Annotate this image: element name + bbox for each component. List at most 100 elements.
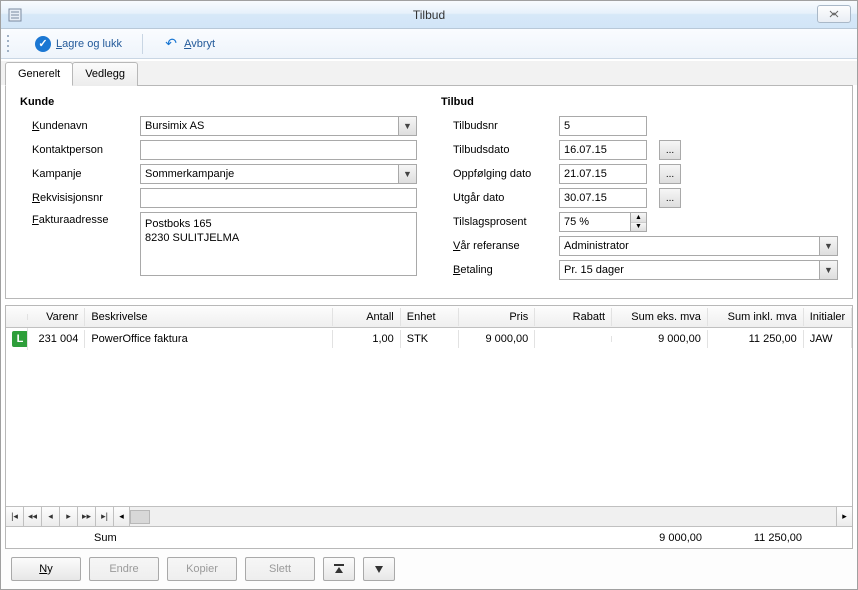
utgaar-picker-button[interactable]: ... [659, 188, 681, 208]
col-rabatt[interactable]: Rabatt [535, 308, 612, 326]
slett-button[interactable]: Slett [245, 557, 315, 581]
cell-pris: 9 000,00 [459, 330, 536, 348]
betaling-combo[interactable]: Pr. 15 dager ▼ [559, 260, 838, 280]
grid-body: L 231 004 PowerOffice faktura 1,00 STK 9… [6, 328, 852, 506]
betaling-label: Betaling [441, 264, 551, 276]
tilbudsnr-input[interactable]: 5 [559, 116, 647, 136]
scroll-thumb[interactable] [130, 510, 150, 524]
tab-generelt[interactable]: Generelt [5, 62, 73, 86]
tilslagsprosent-spinner[interactable]: 75 % ▲ ▼ [559, 212, 647, 232]
nav-first-button[interactable]: |◂ [6, 507, 24, 526]
nav-next-button[interactable]: ▸ [60, 507, 78, 526]
move-up-button[interactable] [323, 557, 355, 581]
cancel-label-rest: vbryt [191, 38, 215, 50]
kundenavn-label: Kundenavn [20, 120, 132, 132]
nav-prev-button[interactable]: ◂ [42, 507, 60, 526]
window: Tilbud ✓ Lagre og lukk ↶ Avbryt Generelt… [0, 0, 858, 590]
utgaar-label: Utgår dato [441, 192, 551, 204]
horizontal-scrollbar[interactable]: ◂ ▸ [114, 507, 852, 526]
cell-initialer: JAW [804, 330, 852, 348]
grid-header: Varenr Beskrivelse Antall Enhet Pris Rab… [6, 306, 852, 328]
col-sum-eks[interactable]: Sum eks. mva [612, 308, 708, 326]
undo-icon: ↶ [163, 36, 179, 52]
tilbudsdato-input[interactable]: 16.07.15 [559, 140, 647, 160]
vaar-referanse-label: Vår referanse [441, 240, 551, 252]
cancel-button[interactable]: ↶ Avbryt [157, 33, 221, 55]
table-row[interactable]: L 231 004 PowerOffice faktura 1,00 STK 9… [6, 328, 852, 350]
kampanje-combo[interactable]: Sommerkampanje ▼ [140, 164, 417, 184]
tilbudsdato-label: Tilbudsdato [441, 144, 551, 156]
move-down-button[interactable] [363, 557, 395, 581]
save-close-button[interactable]: ✓ Lagre og lukk [29, 33, 128, 55]
tab-vedlegg[interactable]: Vedlegg [72, 62, 138, 86]
line-type-icon: L [12, 331, 28, 347]
col-beskrivelse[interactable]: Beskrivelse [85, 308, 333, 326]
nav-prev-page-button[interactable]: ◂◂ [24, 507, 42, 526]
tilslagsprosent-value: 75 % [564, 216, 589, 228]
oppfolging-picker-button[interactable]: ... [659, 164, 681, 184]
window-title: Tilbud [1, 8, 857, 22]
tilbud-heading: Tilbud [441, 96, 838, 108]
toolbar-grip [7, 35, 11, 53]
rekvisisjonsnr-label: Rekvisisjonsnr [20, 192, 132, 204]
kontaktperson-input[interactable] [140, 140, 417, 160]
cell-beskrivelse: PowerOffice faktura [85, 330, 333, 348]
cell-rabatt [535, 336, 612, 342]
kunde-heading: Kunde [20, 96, 417, 108]
sum-eks-value: 9 000,00 [602, 532, 702, 544]
fakturaadresse-textarea[interactable]: Postboks 165 8230 SULITJELMA [140, 212, 417, 276]
kunde-section: Kunde Kundenavn Bursimix AS ▼ Kontaktper… [20, 96, 417, 284]
save-close-label-rest: agre og lukk [62, 38, 122, 50]
vaar-referanse-value: Administrator [564, 240, 629, 252]
nav-next-page-button[interactable]: ▸▸ [78, 507, 96, 526]
ny-button[interactable]: Ny [11, 557, 81, 581]
scroll-right-icon[interactable]: ▸ [836, 507, 852, 526]
sum-inkl-value: 11 250,00 [702, 532, 802, 544]
cell-sum-eks: 9 000,00 [612, 330, 708, 348]
chevron-down-icon: ▼ [398, 165, 416, 183]
app-icon [7, 7, 23, 23]
kampanje-label: Kampanje [20, 168, 132, 180]
endre-button[interactable]: Endre [89, 557, 159, 581]
utgaar-input[interactable]: 30.07.15 [559, 188, 647, 208]
titlebar: Tilbud [1, 1, 857, 29]
sum-label: Sum [88, 529, 138, 547]
chevron-down-icon: ▼ [819, 261, 837, 279]
close-button[interactable] [817, 5, 851, 23]
kopier-button[interactable]: Kopier [167, 557, 237, 581]
tilbudsnr-label: Tilbudsnr [441, 120, 551, 132]
cell-sum-inkl: 11 250,00 [708, 330, 804, 348]
check-circle-icon: ✓ [35, 36, 51, 52]
col-antall[interactable]: Antall [333, 308, 400, 326]
rekvisisjonsnr-input[interactable] [140, 188, 417, 208]
kampanje-value: Sommerkampanje [145, 168, 234, 180]
arrow-up-bar-icon [332, 563, 346, 575]
col-varenr[interactable]: Varenr [28, 308, 86, 326]
tab-pane-generelt: Kunde Kundenavn Bursimix AS ▼ Kontaktper… [5, 85, 853, 299]
cell-enhet: STK [401, 330, 459, 348]
nav-last-button[interactable]: ▸| [96, 507, 114, 526]
arrow-down-icon [372, 563, 386, 575]
tilbud-section: Tilbud Tilbudsnr 5 Tilbudsdato 16.07.15 … [441, 96, 838, 284]
sum-row: Sum 9 000,00 11 250,00 [6, 526, 852, 548]
bottom-toolbar: Ny Endre Kopier Slett [1, 549, 857, 589]
line-items-grid: Varenr Beskrivelse Antall Enhet Pris Rab… [5, 305, 853, 549]
oppfolging-label: Oppfølging dato [441, 168, 551, 180]
spin-up-icon[interactable]: ▲ [631, 213, 646, 223]
col-enhet[interactable]: Enhet [401, 308, 459, 326]
toolbar-separator [142, 34, 143, 54]
chevron-down-icon: ▼ [398, 117, 416, 135]
tilbudsdato-picker-button[interactable]: ... [659, 140, 681, 160]
kontaktperson-label: Kontaktperson [20, 144, 132, 156]
spin-down-icon[interactable]: ▼ [631, 223, 646, 232]
kundenavn-combo[interactable]: Bursimix AS ▼ [140, 116, 417, 136]
scroll-left-icon[interactable]: ◂ [114, 507, 130, 526]
col-pris[interactable]: Pris [459, 308, 536, 326]
vaar-referanse-combo[interactable]: Administrator ▼ [559, 236, 838, 256]
col-initialer[interactable]: Initialer [804, 308, 852, 326]
col-sum-inkl[interactable]: Sum inkl. mva [708, 308, 804, 326]
kundenavn-value: Bursimix AS [145, 120, 204, 132]
grid-navigator: |◂ ◂◂ ◂ ▸ ▸▸ ▸| ◂ ▸ [6, 506, 852, 526]
tilslagsprosent-label: Tilslagsprosent [441, 216, 551, 228]
oppfolging-input[interactable]: 21.07.15 [559, 164, 647, 184]
